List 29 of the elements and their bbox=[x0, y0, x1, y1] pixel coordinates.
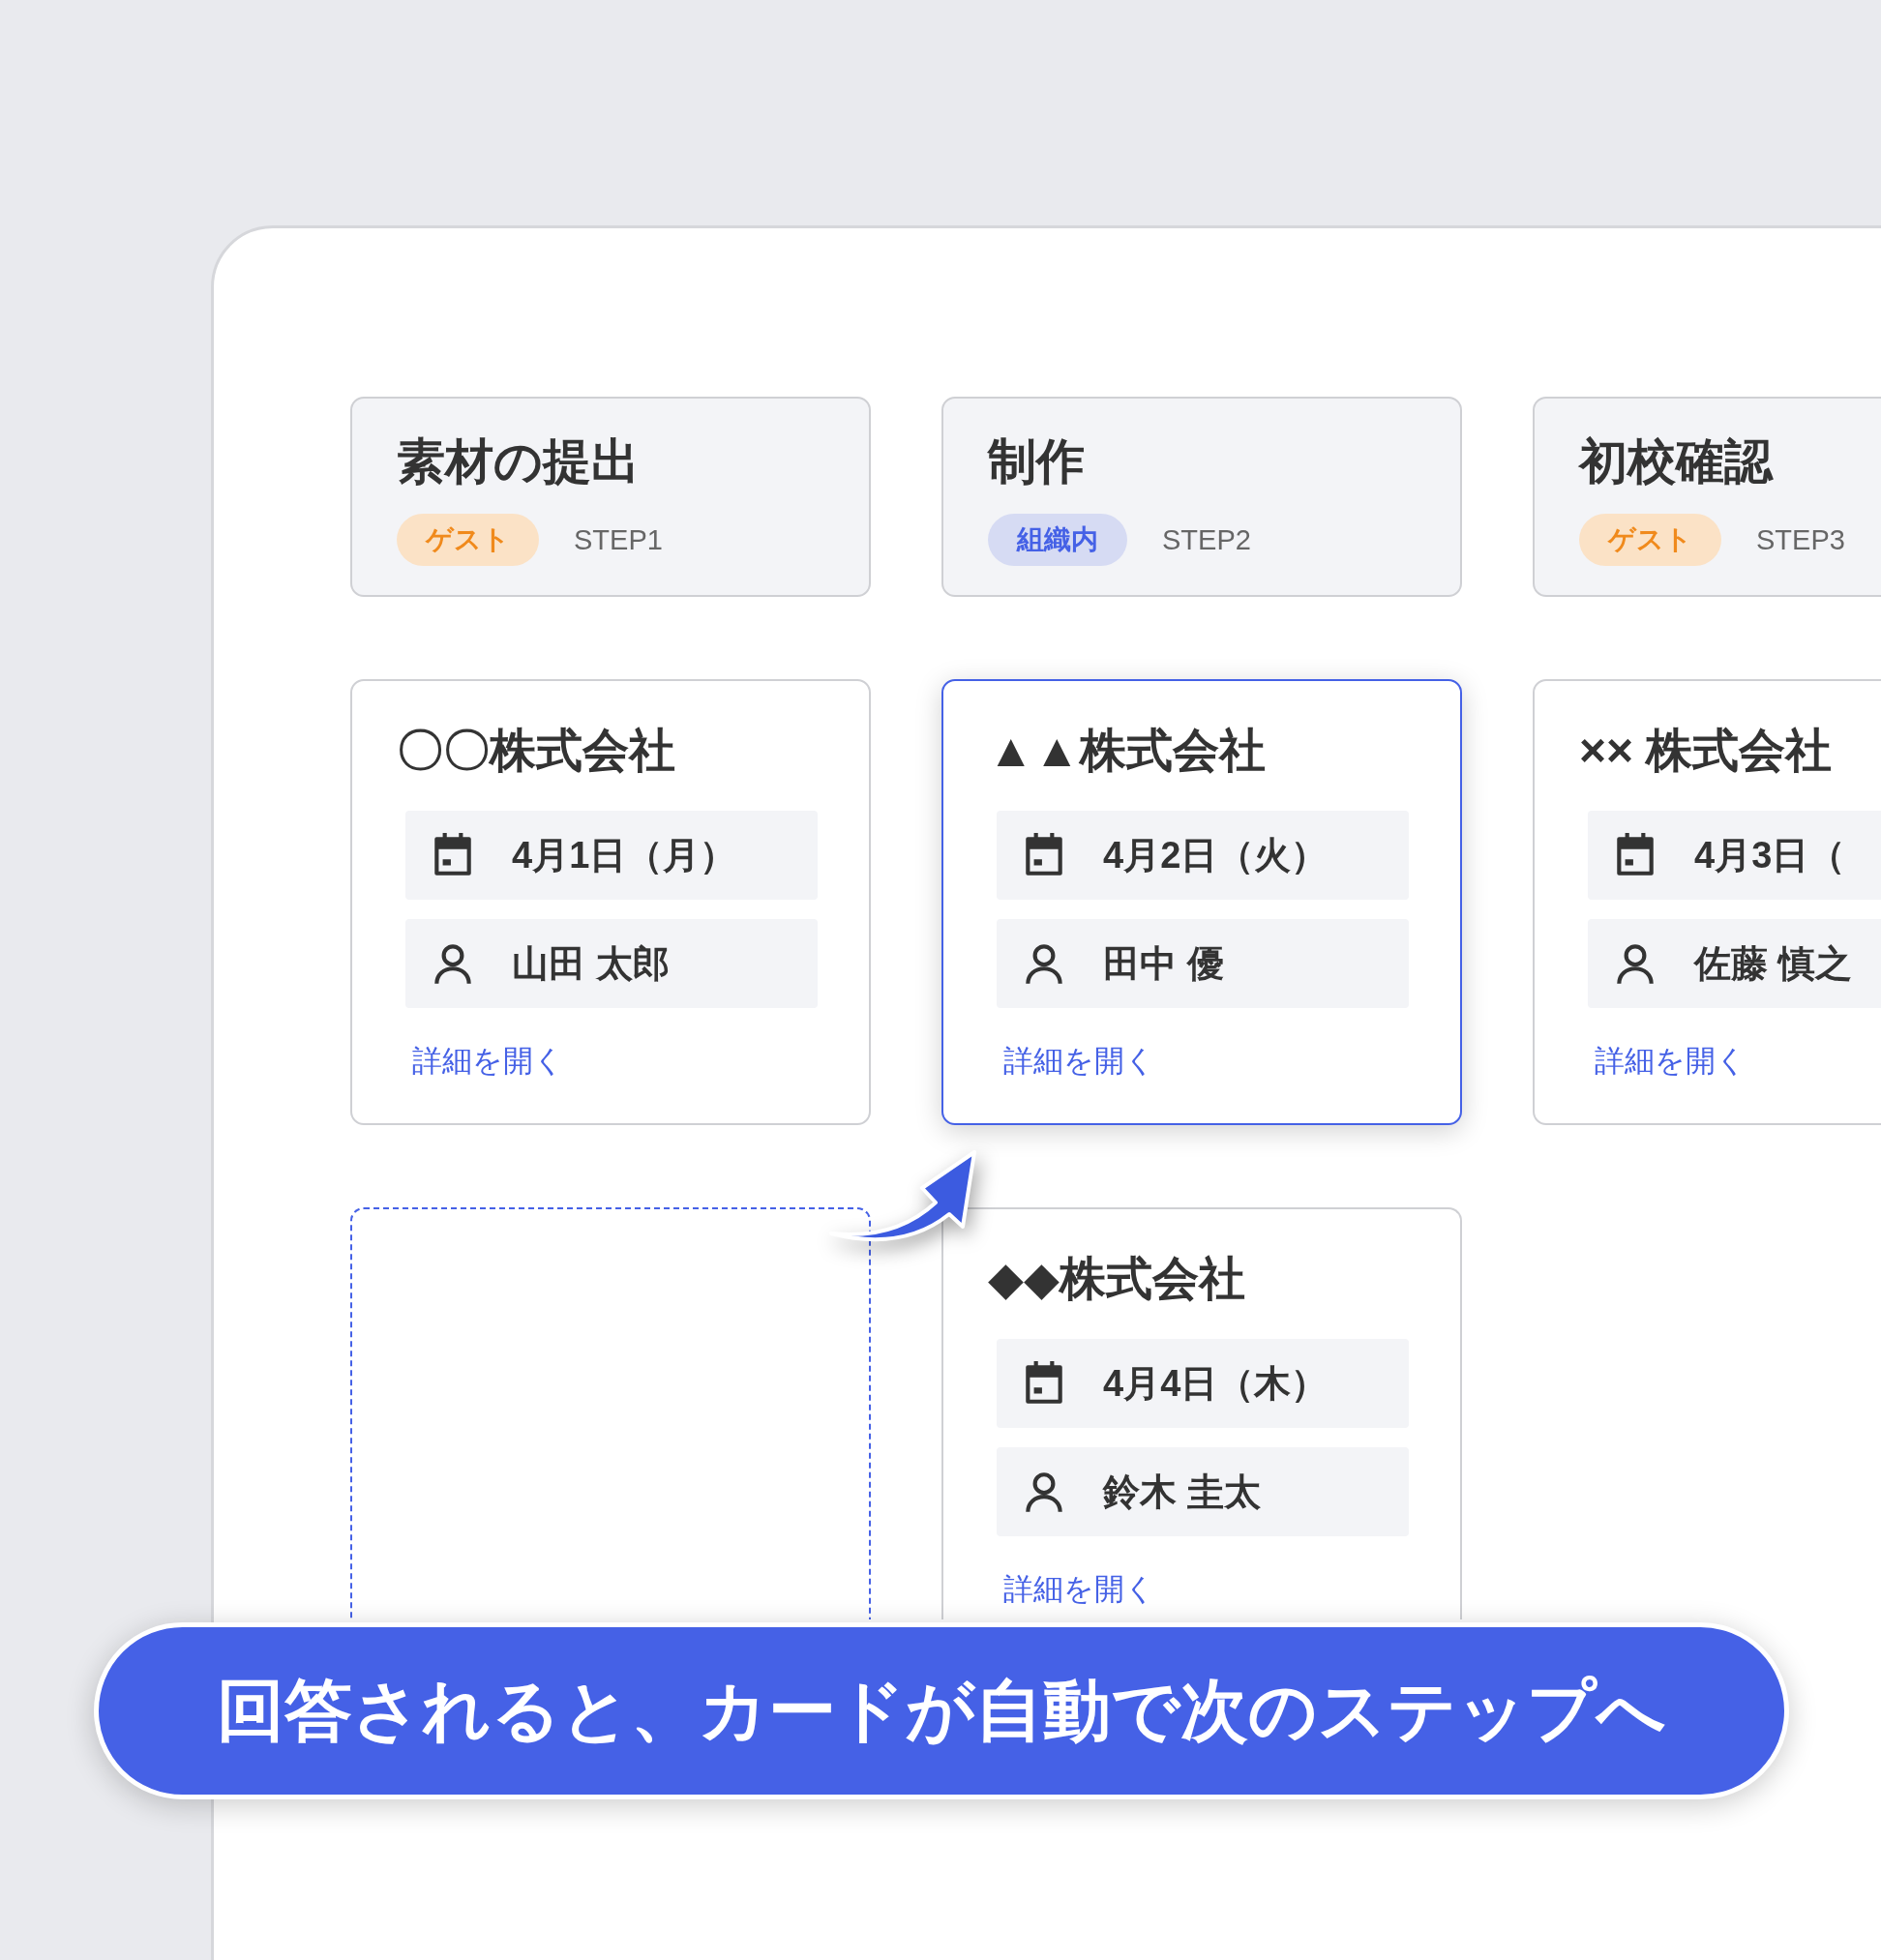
role-badge: ゲスト bbox=[1579, 514, 1721, 566]
column-title: 初校確認 bbox=[1579, 433, 1775, 490]
step-label: STEP2 bbox=[1162, 523, 1251, 556]
open-details-link[interactable]: 詳細を開く bbox=[1003, 1041, 1155, 1082]
step-label: STEP1 bbox=[574, 523, 663, 556]
step-label: STEP3 bbox=[1756, 523, 1845, 556]
person-name: 鈴木 圭太 bbox=[1103, 1470, 1261, 1514]
date-text: 4月3日（ bbox=[1694, 833, 1846, 877]
open-details-link[interactable]: 詳細を開く bbox=[1003, 1569, 1155, 1610]
task-card[interactable]: ×× 株式会社 4月3日（ 佐藤 慎之 詳細を開く bbox=[1533, 679, 1881, 1125]
person-name: 田中 優 bbox=[1103, 941, 1224, 986]
company-name: 〇〇株式会社 bbox=[397, 724, 676, 778]
date-text: 4月2日（火） bbox=[1103, 833, 1329, 877]
date-text: 4月1日（月） bbox=[512, 833, 737, 877]
task-card[interactable]: ◆◆株式会社 4月4日（木） 鈴木 圭太 詳細を開く bbox=[941, 1207, 1462, 1619]
company-name: ◆◆株式会社 bbox=[988, 1252, 1246, 1306]
role-badge: 組織内 bbox=[988, 514, 1127, 566]
person-name: 山田 太郎 bbox=[512, 941, 670, 986]
date-text: 4月4日（木） bbox=[1103, 1361, 1329, 1406]
task-card[interactable]: ▲▲株式会社 4月2日（火） 田中 優 詳細を開く bbox=[941, 679, 1462, 1125]
company-name: ▲▲株式会社 bbox=[988, 724, 1267, 778]
company-name: ×× 株式会社 bbox=[1579, 724, 1834, 778]
person-name: 佐藤 慎之 bbox=[1694, 941, 1852, 986]
open-details-link[interactable]: 詳細を開く bbox=[412, 1041, 564, 1082]
column-title: 素材の提出 bbox=[397, 433, 641, 490]
role-badge: ゲスト bbox=[397, 514, 539, 566]
column-title: 制作 bbox=[988, 433, 1086, 490]
open-details-link[interactable]: 詳細を開く bbox=[1595, 1041, 1747, 1082]
task-card[interactable]: 〇〇株式会社 4月1日（月） 山田 太郎 詳細を開く bbox=[350, 679, 871, 1125]
